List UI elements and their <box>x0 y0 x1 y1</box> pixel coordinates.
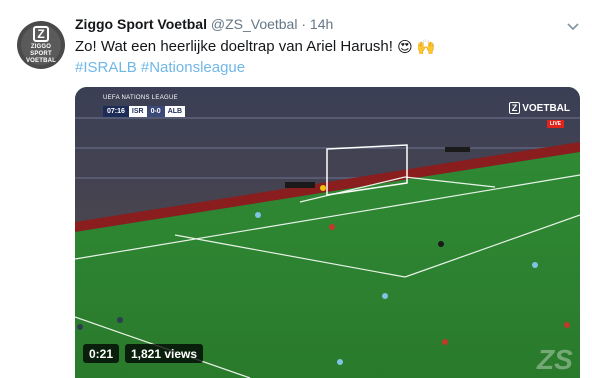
scorebug: 07:16 ISR 0-0 ALB <box>103 104 186 118</box>
home-team: ISR <box>128 105 147 117</box>
avatar-line2: SPORT <box>30 50 52 57</box>
live-badge: LIVE <box>546 120 564 128</box>
video-player[interactable]: UEFA NATIONS LEAGUE 07:16 ISR 0-0 ALB Z … <box>75 87 580 378</box>
hashtag-isralb[interactable]: #ISRALB <box>75 59 137 76</box>
scorebug-league: UEFA NATIONS LEAGUE <box>103 95 178 101</box>
broadcaster-logo: Z VOETBAL <box>508 102 570 114</box>
away-team: ALB <box>164 105 186 117</box>
separator: · <box>301 16 307 32</box>
avatar-line3: VOETBAL <box>25 57 57 64</box>
avatar-letter: Z <box>33 25 49 42</box>
hashtag-list: #ISRALB #Nationsleague <box>75 58 245 78</box>
watermark: ZS <box>537 344 573 375</box>
match-clock: 07:16 <box>103 105 129 117</box>
brand-name: VOETBAL <box>522 102 570 114</box>
hashtag-nationsleague[interactable]: #Nationsleague <box>141 59 245 76</box>
ziggo-sport-logo: Z ZIGGO SPORT VOETBAL <box>21 25 61 65</box>
avatar-line1: ZIGGO <box>30 43 52 50</box>
video-duration: 0:21 <box>83 344 120 363</box>
chevron-down-icon[interactable] <box>566 20 580 34</box>
timestamp[interactable]: 14h <box>310 16 333 32</box>
tweet-text: Zo! Wat een heerlijke doeltrap van Ariel… <box>75 37 436 58</box>
avatar[interactable]: Z ZIGGO SPORT VOETBAL <box>17 21 65 69</box>
account-handle[interactable]: @ZS_Voetbal <box>211 16 298 32</box>
account-name[interactable]: Ziggo Sport Voetbal <box>75 16 207 32</box>
tweet-header: Ziggo Sport Voetbal @ZS_Voetbal · 14h <box>75 16 333 32</box>
view-count: 1,821 views <box>125 344 204 363</box>
match-score: 0-0 <box>146 105 165 117</box>
tweet-card[interactable]: Z ZIGGO SPORT VOETBAL Ziggo Sport Voetba… <box>0 0 592 378</box>
brand-letter: Z <box>508 102 521 114</box>
heart-eyes-emoji-icon: 😍 <box>397 39 413 56</box>
raised-hands-emoji-icon: 🙌 <box>416 39 436 56</box>
tweet-body: Zo! Wat een heerlijke doeltrap van Ariel… <box>75 38 393 55</box>
video-frame <box>75 87 580 378</box>
